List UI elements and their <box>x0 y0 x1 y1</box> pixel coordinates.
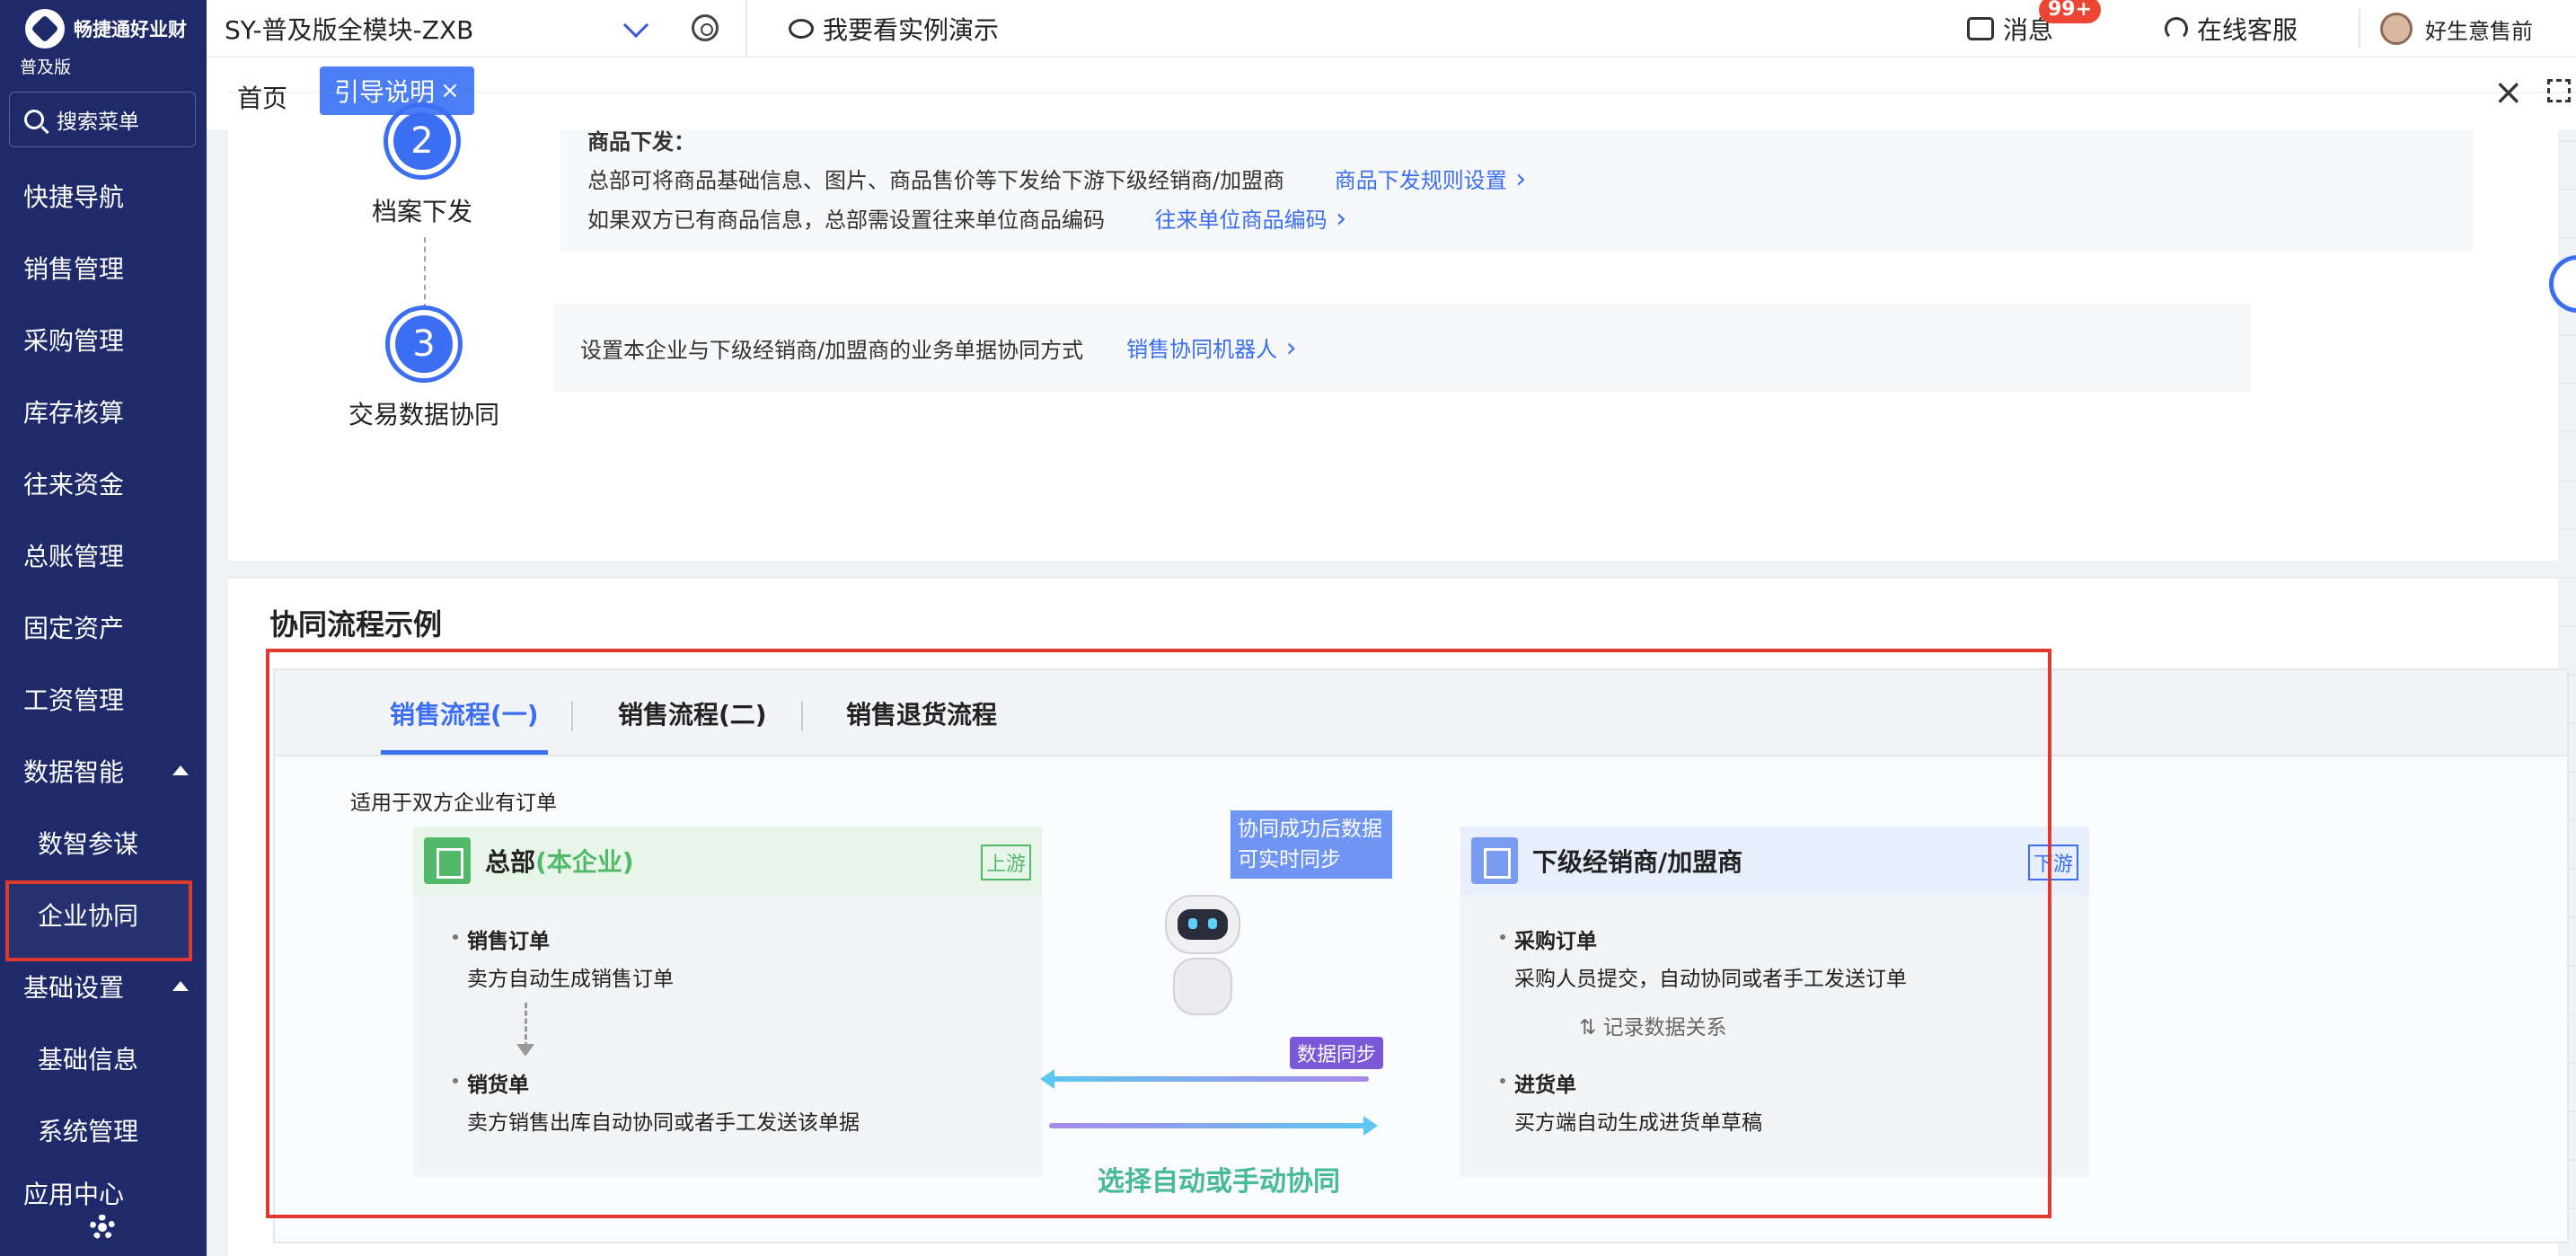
sidebar-item-system-mgmt[interactable]: 系统管理 <box>0 1094 207 1166</box>
flow-example-card: 协同流程示例 销售流程(一) 销售流程(二) 销售退货流程 适用于双方企业有订单… <box>228 579 2569 1256</box>
sidebar-item-purchase[interactable]: 采购管理 <box>0 304 207 376</box>
sidebar-item-sales[interactable]: 销售管理 <box>0 232 207 304</box>
partner-product-code-link[interactable]: 往来单位商品编码 <box>1155 208 1347 233</box>
sidebar: 畅捷通好业财 普及版 搜索菜单 快捷导航 销售管理 采购管理 库存核算 往来资金… <box>0 0 207 1256</box>
fullscreen-icon[interactable] <box>2547 79 2571 102</box>
online-service-button[interactable]: 在线客服 <box>2165 11 2298 47</box>
step-2-description: 商品下发： 总部可将商品基础信息、图片、商品售价等下发给下游下级经销商/加盟商 … <box>560 129 2474 252</box>
menu-search-label: 搜索菜单 <box>57 111 139 134</box>
message-count-badge: 99+ <box>2039 0 2102 23</box>
settings-gear-icon[interactable] <box>90 1215 115 1240</box>
sales-collab-robot-link[interactable]: 销售协同机器人 <box>1126 332 1297 364</box>
product-dispatch-rules-link[interactable]: 商品下发规则设置 <box>1335 168 1527 193</box>
step-3: 3 交易数据协同 <box>348 305 499 431</box>
gear-icon[interactable] <box>692 14 719 41</box>
sidebar-item-data-intel[interactable]: 数据智能 <box>0 735 207 807</box>
edition-label: 普及版 <box>20 57 72 77</box>
main-content: 2 档案下发 3 交易数据协同 商品下发： 总部可将商品基础信息、图片、商品售价… <box>228 102 2569 1256</box>
desc-line: 总部可将商品基础信息、图片、商品售价等下发给下游下级经销商/加盟商 商品下发规则… <box>587 163 2447 195</box>
setup-steps-card: 2 档案下发 3 交易数据协同 商品下发： 总部可将商品基础信息、图片、商品售价… <box>228 102 2558 561</box>
step-label: 交易数据协同 <box>348 400 500 429</box>
step-2: 2 档案下发 <box>372 102 472 228</box>
step-3-description: 设置本企业与下级经销商/加盟商的业务单据协同方式 销售协同机器人 <box>553 304 2251 392</box>
top-bar: SY-普及版全模块-ZXB 我要看实例演示 消息 99+ 在线客服 好生意售前 <box>207 0 2576 57</box>
tab-home[interactable]: 首页 <box>237 79 287 115</box>
message-icon <box>1967 17 1994 40</box>
sidebar-item-app-center[interactable]: 应用中心 <box>0 1166 207 1211</box>
sidebar-item-ledger[interactable]: 总账管理 <box>0 519 207 591</box>
page-tabs: 首页 引导说明 × × <box>207 57 2576 129</box>
sidebar-item-inventory[interactable]: 库存核算 <box>0 376 207 447</box>
close-icon[interactable]: × <box>440 77 460 104</box>
step-connector <box>424 237 426 309</box>
sidebar-item-data-advisor[interactable]: 数智参谋 <box>0 807 207 879</box>
collapse-caret-icon <box>172 981 189 991</box>
search-icon <box>24 110 44 129</box>
sidebar-item-basic-settings[interactable]: 基础设置 <box>0 951 207 1022</box>
desc-title: 商品下发： <box>587 129 695 155</box>
app-logo[interactable]: 畅捷通好业财 <box>25 9 187 49</box>
divider <box>745 0 747 57</box>
step-number-circle: 3 <box>385 305 463 383</box>
sidebar-item-fixed-assets[interactable]: 固定资产 <box>0 591 207 663</box>
user-menu[interactable]: 好生意售前 <box>2380 13 2533 45</box>
chevron-down-icon[interactable] <box>622 12 649 39</box>
desc-line: 如果双方已有商品信息，总部需设置往来单位商品编码 往来单位商品编码 <box>587 202 2447 234</box>
avatar <box>2380 13 2413 45</box>
sidebar-item-basic-info[interactable]: 基础信息 <box>0 1022 207 1094</box>
sidebar-item-funds[interactable]: 往来资金 <box>0 447 207 519</box>
sidebar-item-quick-nav[interactable]: 快捷导航 <box>0 160 207 232</box>
step-label: 档案下发 <box>372 197 473 226</box>
demo-button[interactable]: 我要看实例演示 <box>789 11 999 47</box>
annotation-highlight-box <box>266 649 2051 1218</box>
headset-icon <box>2165 17 2188 40</box>
close-all-icon[interactable]: × <box>2493 72 2524 113</box>
section-title: 协同流程示例 <box>269 607 443 641</box>
sidebar-item-enterprise-collab[interactable]: 企业协同 <box>0 879 207 961</box>
divider <box>2359 9 2360 49</box>
sidebar-nav: 快捷导航 销售管理 采购管理 库存核算 往来资金 总账管理 固定资产 工资管理 … <box>0 160 207 1211</box>
app-name: 畅捷通好业财 <box>74 19 187 40</box>
sidebar-item-payroll[interactable]: 工资管理 <box>0 663 207 735</box>
collapse-caret-icon <box>172 765 189 775</box>
logo-icon <box>25 9 65 49</box>
menu-search[interactable]: 搜索菜单 <box>9 92 196 147</box>
step-number-circle: 2 <box>384 102 461 180</box>
planet-icon <box>789 19 814 39</box>
account-selector[interactable]: SY-普及版全模块-ZXB <box>225 11 473 47</box>
